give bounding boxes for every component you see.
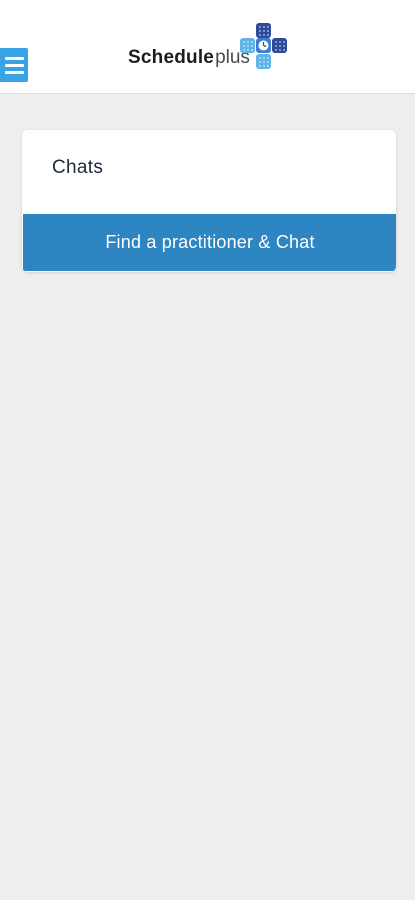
- logo-cross-icon: [240, 23, 287, 69]
- app-header: Scheduleplus: [0, 0, 415, 94]
- app-logo: Scheduleplus: [128, 22, 288, 72]
- logo-text: Scheduleplus: [128, 46, 250, 70]
- app-screen: Scheduleplus Chats Find a practitioner &…: [0, 0, 415, 900]
- find-practitioner-chat-button[interactable]: Find a practitioner & Chat: [23, 214, 396, 271]
- menu-button[interactable]: [0, 48, 28, 82]
- chats-card: Chats Find a practitioner & Chat: [22, 130, 396, 272]
- chats-card-title: Chats: [52, 157, 104, 178]
- logo-text-bold: Schedule: [128, 47, 215, 68]
